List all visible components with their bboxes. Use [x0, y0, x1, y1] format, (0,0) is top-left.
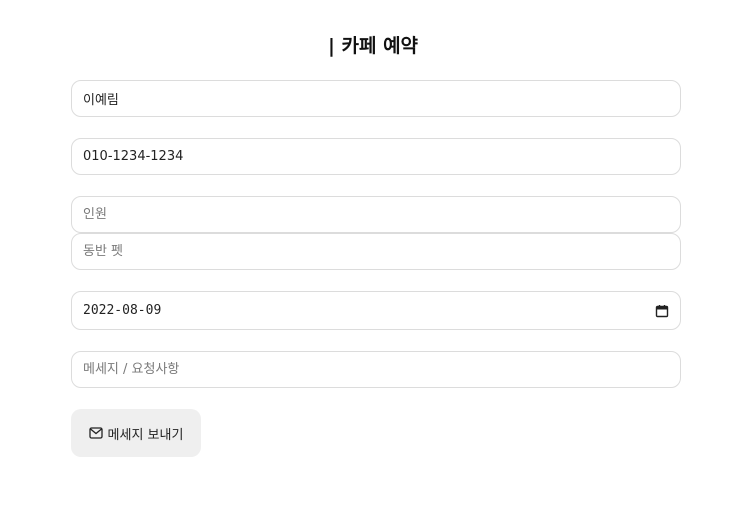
date-value: 2022-08-09 [83, 303, 162, 318]
envelope-icon [88, 427, 103, 439]
name-input[interactable] [71, 80, 681, 117]
calendar-icon[interactable] [655, 304, 669, 318]
send-button-label: 메세지 보내기 [107, 427, 184, 443]
message-input[interactable] [71, 351, 681, 388]
phone-input[interactable] [71, 138, 681, 175]
pet-input[interactable] [71, 233, 681, 270]
page-title: | 카페 예약 [327, 35, 419, 57]
date-input[interactable]: 2022-08-09 [71, 291, 681, 330]
send-message-button[interactable]: 메세지 보내기 [71, 409, 201, 457]
guests-input[interactable] [71, 196, 681, 233]
